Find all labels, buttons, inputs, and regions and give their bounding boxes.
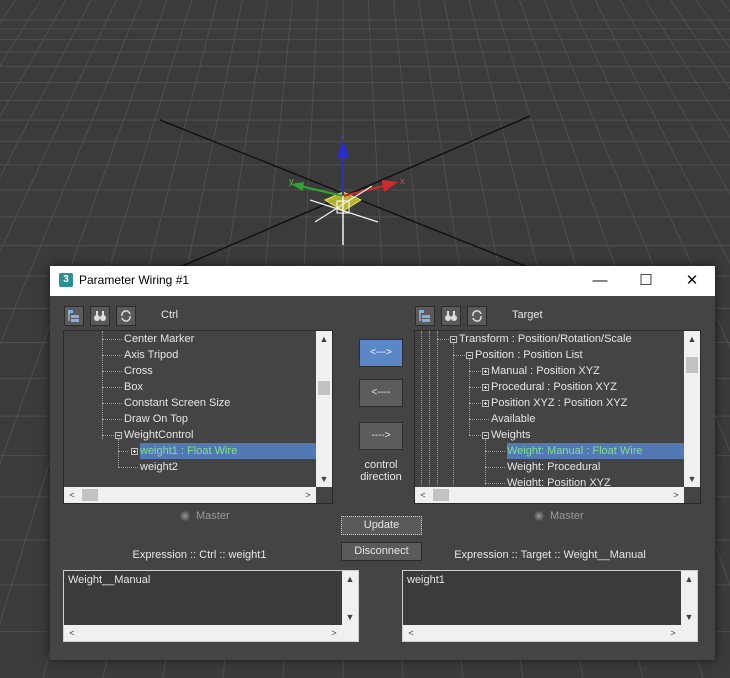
expand-icon[interactable] [482, 368, 489, 375]
scroll-left-icon[interactable]: < [64, 625, 80, 641]
scroll-up-icon[interactable]: ▲ [316, 331, 332, 347]
ctrl-expression-field[interactable]: Weight__Manual ▲ ▼ < > [63, 570, 359, 642]
app-icon: 3 [59, 273, 73, 287]
tree-item[interactable]: Position : Position List [475, 347, 583, 363]
close-button[interactable]: ✕ [669, 266, 715, 296]
ctrl-tree[interactable]: Center Marker Axis Tripod Cross Box Cons… [63, 330, 333, 504]
horizontal-scrollbar[interactable]: < > [64, 625, 358, 641]
target-caption: Target [512, 309, 543, 321]
tree-item[interactable]: Box [124, 379, 143, 395]
parameter-wiring-dialog: 3 Parameter Wiring #1 — ☐ ✕ Ctrl Target [50, 266, 715, 660]
scroll-left-icon[interactable]: < [415, 487, 431, 503]
horizontal-scrollbar[interactable]: < > [415, 487, 684, 503]
scroll-thumb[interactable] [82, 489, 98, 501]
target-expression-field[interactable]: weight1 ▲ ▼ < > [402, 570, 698, 642]
scroll-down-icon[interactable]: ▼ [684, 471, 700, 487]
scroll-left-icon[interactable]: < [64, 487, 80, 503]
tree-item[interactable]: Position XYZ : Position XYZ [491, 395, 627, 411]
minimize-button[interactable]: — [577, 266, 623, 296]
scroll-down-icon[interactable]: ▼ [681, 609, 697, 625]
tree-item[interactable]: Weight: Procedural [507, 459, 600, 475]
y-axis-label: y [289, 176, 294, 186]
vertical-scrollbar[interactable]: ▲ ▼ [681, 571, 697, 625]
target-tree[interactable]: Transform : Position/Rotation/Scale Posi… [414, 330, 701, 504]
update-button[interactable]: Update [341, 516, 422, 535]
bidirectional-button[interactable]: <---> [359, 339, 403, 367]
tree-item-selected[interactable]: weight1 : Float Wire [140, 443, 316, 459]
tree-item[interactable]: weight2 [140, 459, 178, 475]
tree-item[interactable]: Weight: Position XYZ [507, 475, 611, 486]
tree-item[interactable]: Manual : Position XYZ [491, 363, 600, 379]
tree-item[interactable]: Available [491, 411, 535, 427]
scroll-right-icon[interactable]: > [300, 487, 316, 503]
tree-item[interactable]: Constant Screen Size [124, 395, 230, 411]
binoculars-icon[interactable] [441, 306, 461, 326]
x-axis-label: x [400, 176, 405, 186]
collapse-icon[interactable] [466, 352, 473, 359]
scroll-right-icon[interactable]: > [668, 487, 684, 503]
ctrl-expression-text: Weight__Manual [68, 574, 151, 586]
tree-item[interactable]: Draw On Top [124, 411, 188, 427]
expand-icon[interactable] [131, 448, 138, 455]
binoculars-icon[interactable] [90, 306, 110, 326]
collapse-icon[interactable] [482, 432, 489, 439]
scroll-down-icon[interactable]: ▼ [342, 609, 358, 625]
horizontal-scrollbar[interactable]: < > [403, 625, 697, 641]
scroll-right-icon[interactable]: > [665, 625, 681, 641]
find-next-icon[interactable] [415, 306, 435, 326]
vertical-scrollbar[interactable]: ▲ ▼ [316, 331, 332, 487]
scroll-up-icon[interactable]: ▲ [684, 331, 700, 347]
window-title: Parameter Wiring #1 [79, 273, 190, 287]
control-direction-label: control direction [360, 459, 402, 483]
expand-icon[interactable] [482, 400, 489, 407]
ctrl-expression-caption: Expression :: Ctrl :: weight1 [132, 549, 267, 561]
target-expression-caption: Expression :: Target :: Weight__Manual [454, 549, 646, 561]
vertical-scrollbar[interactable]: ▲ ▼ [684, 331, 700, 487]
tree-item[interactable]: Weights [491, 427, 531, 443]
vertical-scrollbar[interactable]: ▲ ▼ [342, 571, 358, 625]
scroll-up-icon[interactable]: ▲ [681, 571, 697, 587]
scroll-left-icon[interactable]: < [403, 625, 419, 641]
tree-item[interactable]: Axis Tripod [124, 347, 178, 363]
scroll-thumb[interactable] [433, 489, 449, 501]
expand-icon[interactable] [482, 384, 489, 391]
tree-item[interactable]: WeightControl [124, 427, 194, 443]
tree-item[interactable]: Transform : Position/Rotation/Scale [459, 331, 632, 347]
ctrl-caption: Ctrl [161, 309, 179, 321]
tree-item-selected[interactable]: Weight: Manual : Float Wire [507, 443, 684, 459]
refresh-icon[interactable] [467, 306, 487, 326]
collapse-icon[interactable] [115, 432, 122, 439]
horizontal-scrollbar[interactable]: < > [64, 487, 316, 503]
scroll-thumb[interactable] [318, 381, 330, 395]
title-bar[interactable]: 3 Parameter Wiring #1 — ☐ ✕ [50, 266, 715, 296]
tree-item[interactable]: Procedural : Position XYZ [491, 379, 617, 395]
maximize-button[interactable]: ☐ [623, 266, 669, 296]
right-direction-button[interactable]: ----> [359, 422, 403, 450]
scroll-down-icon[interactable]: ▼ [316, 471, 332, 487]
scroll-right-icon[interactable]: > [326, 625, 342, 641]
find-next-icon[interactable] [64, 306, 84, 326]
target-master-label: Master [550, 510, 584, 522]
collapse-icon[interactable] [450, 336, 457, 343]
tree-item[interactable]: Cross [124, 363, 153, 379]
z-axis-label: z [341, 130, 346, 140]
target-expression-text: weight1 [407, 574, 445, 586]
left-direction-button[interactable]: <---- [359, 379, 403, 407]
scroll-up-icon[interactable]: ▲ [342, 571, 358, 587]
target-master-radio[interactable] [534, 511, 544, 521]
ctrl-master-radio[interactable] [180, 511, 190, 521]
scroll-thumb[interactable] [686, 357, 698, 373]
tree-item[interactable]: Center Marker [124, 331, 194, 347]
ctrl-master-label: Master [196, 510, 230, 522]
refresh-icon[interactable] [116, 306, 136, 326]
